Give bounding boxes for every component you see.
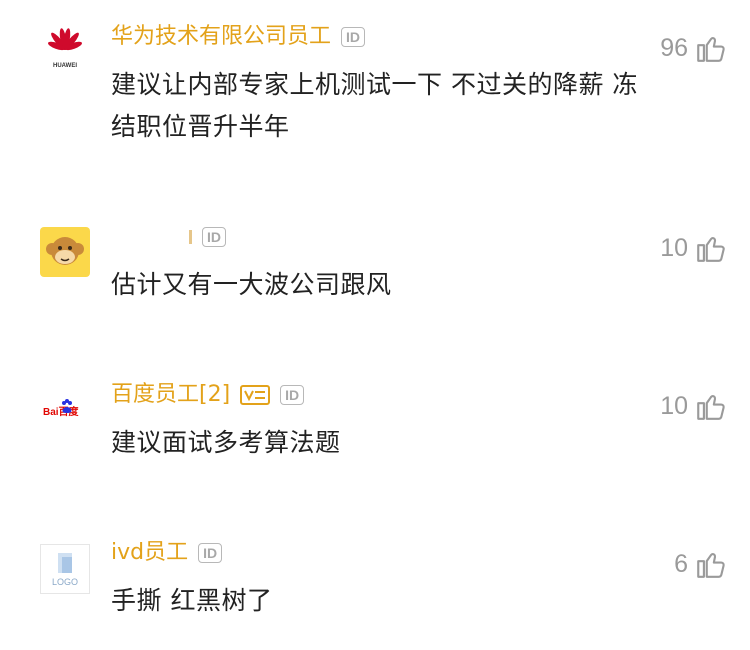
like-button[interactable]: 6 [674, 544, 728, 584]
like-button[interactable]: 10 [660, 228, 728, 268]
avatar-baidu[interactable]: Bai百度 [40, 385, 90, 435]
comment-header: ivd员工 ID [111, 538, 223, 568]
id-badge[interactable]: ID [341, 27, 366, 47]
id-badge[interactable]: ID [280, 385, 305, 405]
baidu-logo-icon: Bai百度 [43, 399, 80, 418]
avatar-ivd[interactable]: LOGO [40, 544, 90, 594]
avatar-logo-text: Bai百度 [43, 405, 80, 418]
comment-header: ID [111, 222, 226, 252]
like-button[interactable]: 96 [660, 28, 728, 68]
avatar-logo-text: LOGO [52, 577, 78, 587]
thumbs-up-icon [697, 237, 725, 262]
avatar-logo-text: HUAWEI [53, 63, 77, 69]
id-badge[interactable]: ID [198, 543, 223, 563]
like-count: 6 [674, 549, 688, 578]
huawei-logo-icon: HUAWEI [48, 28, 82, 69]
username[interactable]: 华为技术有限公司员工 [111, 22, 331, 52]
like-count: 96 [660, 33, 688, 62]
like-count: 10 [660, 391, 688, 420]
avatar-huawei[interactable]: HUAWEI [40, 25, 90, 75]
username[interactable] [111, 222, 191, 252]
logo-placeholder-icon: LOGO [52, 553, 78, 587]
comment-text: 建议面试多考算法题 [111, 428, 341, 457]
thumbs-up-icon [697, 553, 725, 578]
like-count: 10 [660, 233, 688, 262]
avatar-monkey[interactable] [40, 227, 90, 277]
comment-text: 建议让内部专家上机测试一下 不过关的降薪 冻结职位晋升半年 [111, 70, 638, 141]
comment-header: 华为技术有限公司员工 ID [111, 22, 366, 52]
username[interactable]: ivd员工 [111, 538, 188, 568]
like-button[interactable]: 10 [660, 386, 728, 426]
thumbs-up-icon [697, 395, 725, 420]
id-badge[interactable]: ID [202, 227, 226, 247]
comment-text: 估计又有一大波公司跟风 [111, 270, 392, 299]
monkey-avatar-icon [46, 237, 84, 265]
thumbs-up-icon [697, 37, 725, 62]
comment-text: 手撕 红黑树了 [111, 586, 273, 615]
username[interactable]: 百度员工[2] [111, 380, 230, 410]
comment-header: 百度员工[2] ID [111, 380, 305, 410]
verified-badge-icon [240, 385, 271, 405]
